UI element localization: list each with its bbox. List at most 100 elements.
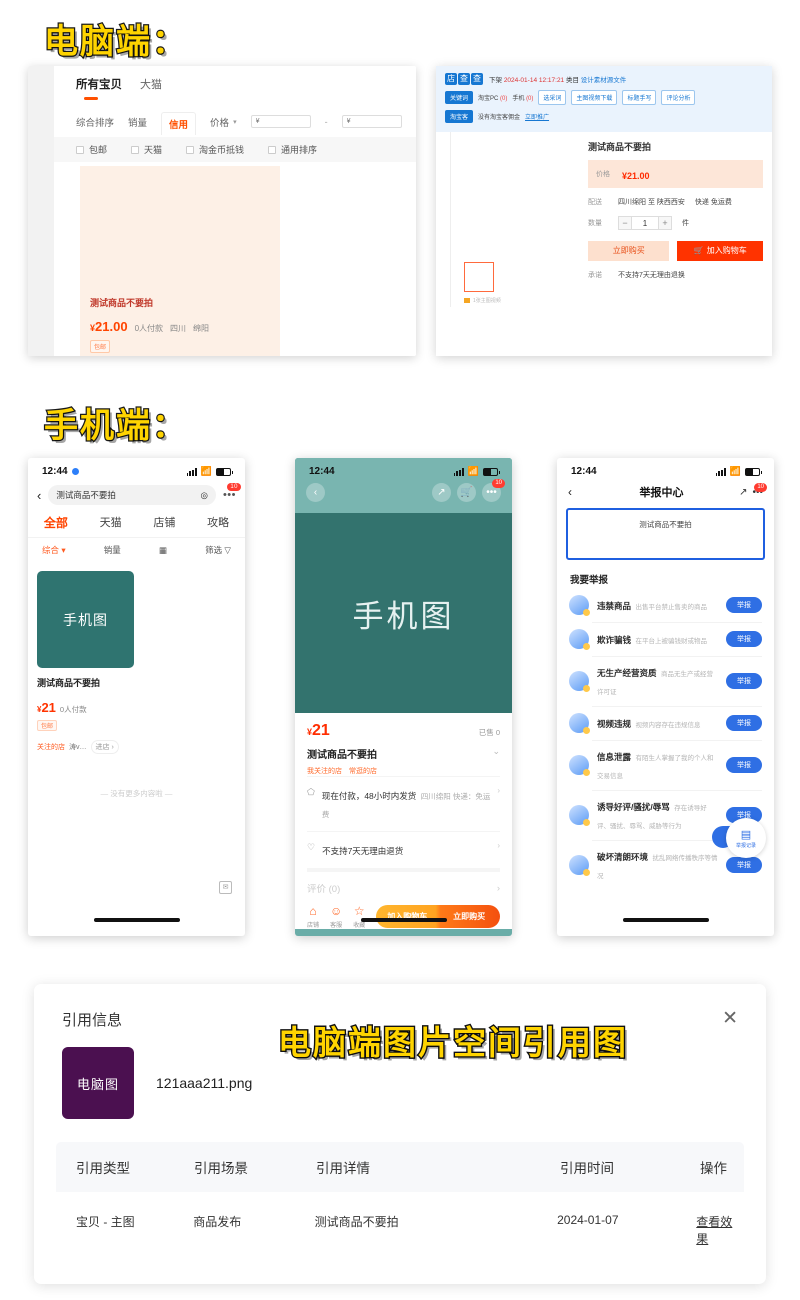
- tab-shop[interactable]: 店铺: [153, 514, 175, 531]
- tab-tmall[interactable]: 大猫: [140, 76, 162, 92]
- reported-item-card[interactable]: 测试商品不要拍: [566, 508, 765, 560]
- back-icon[interactable]: ‹: [37, 488, 41, 503]
- report-item-info-leak[interactable]: 信息泄露 有陌生人掌握了我的个人和交易信息 举报: [557, 740, 774, 790]
- checkbox-icon[interactable]: [131, 145, 140, 154]
- view-effect-link[interactable]: 查看效果: [696, 1213, 744, 1247]
- qty-minus-button[interactable]: −: [618, 216, 632, 230]
- report-item-title: 违禁商品: [597, 601, 632, 611]
- btn-pick-keyword[interactable]: 选采词: [538, 90, 567, 105]
- report-button[interactable]: 举报: [726, 631, 762, 647]
- more-icon[interactable]: ••• 10: [223, 483, 241, 501]
- report-item-title: 信息泄露: [597, 752, 632, 762]
- filter-general-sort[interactable]: 通用排序: [268, 143, 317, 156]
- report-item-banned-goods[interactable]: 违禁商品 出售平台禁止售卖的商品 举报: [557, 588, 774, 622]
- favorite-button[interactable]: ☆ 收藏: [353, 904, 365, 929]
- detail-return-row[interactable]: ♡ 不支持7天无理由退货 ›: [307, 831, 500, 868]
- grid-toggle-icon[interactable]: ▦: [159, 545, 167, 556]
- reported-item-title: 测试商品不要拍: [639, 520, 692, 529]
- sort-sales[interactable]: 销量: [104, 544, 121, 556]
- add-to-cart-button[interactable]: 🛒 加入购物车: [677, 241, 763, 261]
- filter-free-shipping[interactable]: 包邮: [76, 143, 107, 156]
- qty-plus-button[interactable]: +: [658, 216, 672, 230]
- report-button[interactable]: 举报: [726, 673, 762, 689]
- report-item-desc: 出售平台禁止售卖的商品: [635, 604, 707, 611]
- btn-title-writer[interactable]: 标题手写: [622, 90, 657, 105]
- checkbox-icon[interactable]: [268, 145, 277, 154]
- cell-time: 2024-01-07: [557, 1213, 619, 1227]
- logo-char: 查: [471, 73, 483, 85]
- qty-input[interactable]: 1: [632, 216, 658, 230]
- search-value: 测试商品不要拍: [56, 490, 116, 500]
- filter-tmall[interactable]: 天猫: [131, 143, 162, 156]
- promote-link[interactable]: 立即推广: [525, 112, 549, 121]
- tab-tmall[interactable]: 天猫: [100, 514, 122, 531]
- product-shop-row[interactable]: 关注的店 涛v… 进店 ›: [37, 740, 236, 754]
- quantity-stepper[interactable]: − 1 +: [618, 216, 672, 230]
- meta-prefix: 下架: [489, 77, 502, 84]
- report-item-title: 破坏清朗环境: [597, 852, 649, 862]
- sort-filter[interactable]: 筛选 ▽: [205, 544, 231, 556]
- share-icon[interactable]: ↗: [432, 483, 451, 502]
- tab-all[interactable]: 全部: [44, 514, 68, 531]
- enter-shop-button[interactable]: 进店 ›: [90, 740, 119, 754]
- checkbox-icon[interactable]: [76, 145, 84, 154]
- report-button[interactable]: 举报: [726, 857, 762, 873]
- status-time: 12:44: [309, 466, 335, 477]
- sort-comprehensive[interactable]: 综合 ▾: [42, 544, 66, 556]
- sort-sales[interactable]: 销量: [128, 115, 147, 129]
- report-button[interactable]: 举报: [726, 757, 762, 773]
- desktop-search-screenshot: 所有宝贝 大猫 综合排序 销量 信用 价格 ▾ - 包邮: [28, 66, 416, 356]
- price-min-input[interactable]: [250, 115, 311, 128]
- column-header-detail: 引用详情: [316, 1161, 370, 1176]
- price-max-input[interactable]: [341, 115, 402, 128]
- report-item-no-license[interactable]: 无生产经营资质 商品无生产或经营许可证 举报: [557, 656, 774, 706]
- detail-hero-image[interactable]: 手机图: [295, 513, 512, 713]
- sort-credit[interactable]: 信用: [161, 112, 197, 135]
- back-icon[interactable]: ‹: [306, 483, 325, 502]
- reviews-row[interactable]: 评价 (0) ›: [307, 868, 500, 898]
- delivery-icon: ⬠: [307, 787, 315, 797]
- camera-icon[interactable]: ◎: [201, 490, 208, 501]
- feedback-icon[interactable]: ✉: [219, 881, 232, 894]
- report-history-button[interactable]: ▤ 举报记录: [726, 818, 766, 858]
- file-thumbnail[interactable]: 电脑图: [62, 1047, 134, 1119]
- report-button[interactable]: 举报: [726, 715, 762, 731]
- report-item-text: 破坏清朗环境 扰乱网络传播秩序等情况: [597, 847, 718, 883]
- more-icon[interactable]: ••• 10: [482, 479, 505, 502]
- detail-info-panel: 测试商品不要拍 价格 ¥21.00 配送 四川绵阳 至 陕西西安 快递 免运费 …: [588, 140, 763, 280]
- back-icon[interactable]: ‹: [568, 485, 592, 499]
- detail-nav-row: ‹ ↗ 🛒 ••• 10: [295, 479, 512, 508]
- meta-link[interactable]: 设计素材源文件: [581, 77, 627, 84]
- report-item-title: 欺诈骗钱: [597, 635, 632, 645]
- search-input[interactable]: 测试商品不要拍 ◎: [48, 485, 216, 505]
- chevron-down-icon[interactable]: ⌄: [492, 746, 500, 761]
- heart-icon: ♡: [307, 842, 316, 852]
- cart-icon[interactable]: 🛒: [457, 483, 476, 502]
- detail-thumbnail[interactable]: [464, 262, 494, 292]
- tab-all-items[interactable]: 所有宝贝: [76, 76, 122, 92]
- wifi-icon: 📶: [467, 466, 479, 476]
- checkbox-icon[interactable]: [186, 145, 195, 154]
- report-item-fraud[interactable]: 欺诈骗钱 在平台上被骗钱财或物品 举报: [557, 622, 774, 656]
- shop-button[interactable]: ⌂ 店铺: [307, 904, 319, 929]
- btn-review-analysis[interactable]: 评论分析: [661, 90, 696, 105]
- buy-now-button[interactable]: 立即购买: [588, 241, 670, 261]
- tab-guide[interactable]: 攻略: [207, 514, 229, 531]
- share-icon[interactable]: ↗: [739, 487, 747, 498]
- detail-shipping-row[interactable]: ⬠ 现在付款，48小时内发货 四川绵阳 快递：免运费 ›: [307, 776, 500, 831]
- sort-comprehensive[interactable]: 综合排序: [76, 115, 114, 129]
- add-to-cart-button[interactable]: 加入购物车: [376, 905, 438, 928]
- btn-download-media[interactable]: 主图视频下载: [571, 90, 618, 105]
- filter-taojinbi[interactable]: 淘金币抵钱: [186, 143, 244, 156]
- service-button[interactable]: ☺ 客服: [330, 904, 342, 929]
- close-icon[interactable]: ✕: [722, 1009, 738, 1028]
- buy-now-button[interactable]: 立即购买: [438, 905, 500, 928]
- chevron-down-icon[interactable]: ▾: [233, 118, 237, 126]
- product-tag: 包邮: [90, 340, 111, 353]
- bad-environment-icon: [569, 855, 590, 876]
- report-item-video-violation[interactable]: 视频违规 视频内容存在违规信息 举报: [557, 706, 774, 740]
- desktop-product-card[interactable]: 测试商品不要拍 ¥21.00 0人付款 四川 绵阳 包邮: [80, 166, 280, 356]
- status-time: 12:44: [571, 466, 597, 477]
- product-image[interactable]: 手机图: [37, 571, 134, 668]
- report-button[interactable]: 举报: [726, 597, 762, 613]
